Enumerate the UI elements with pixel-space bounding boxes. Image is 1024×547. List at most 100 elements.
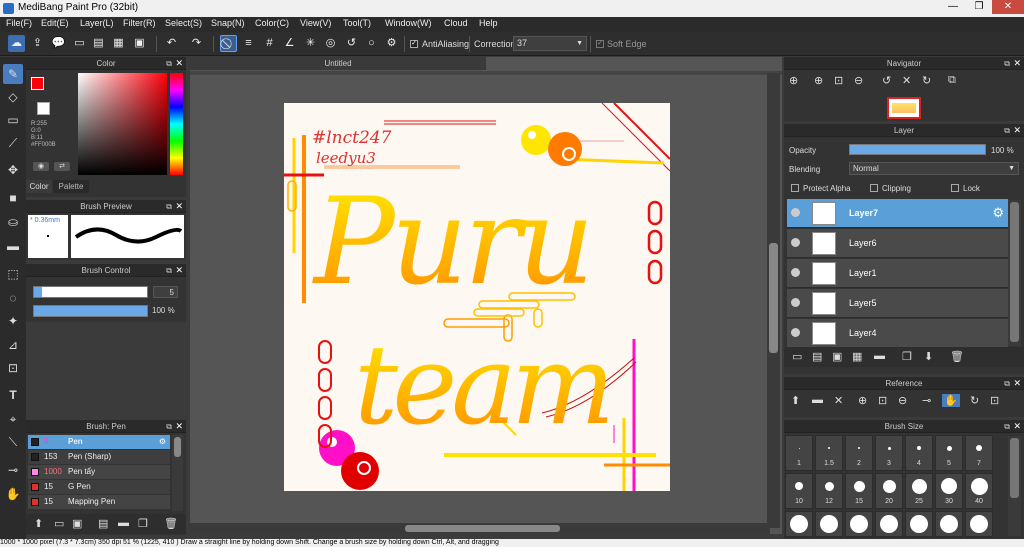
zoom-out-icon[interactable]: ⊖ [898,394,907,407]
fill-rect-icon[interactable]: ■ [3,188,23,208]
rotate-icon[interactable]: ↻ [970,394,979,407]
close-icon[interactable]: ✕ [175,57,183,70]
menu-help[interactable]: Help [479,18,498,28]
menu-window[interactable]: Window(W) [385,18,432,28]
brush-list-item[interactable]: 15 Mapping Pen [28,495,170,509]
layer-row[interactable]: Layer7 ⚙ [787,199,1008,228]
hand-tool-icon[interactable]: ✋ [3,484,23,504]
folder-icon[interactable]: ▬ [874,350,885,362]
new-layer-icon[interactable]: ▭ [792,350,802,363]
eyedropper-icon[interactable]: ⊸ [3,460,23,480]
menu-cloud[interactable]: Cloud [444,18,468,28]
edit-brush-icon[interactable]: ▤ [98,517,108,530]
zoom-in-icon[interactable]: ⊕ [814,74,823,87]
add-brush-icon[interactable]: ▣ [72,517,82,530]
trash-icon[interactable]: 🗑 [164,517,178,530]
cloud-icon[interactable]: ☁ [8,35,25,52]
grid-file-icon[interactable]: ▦ [110,35,127,52]
lock-checkbox[interactable] [951,184,959,192]
brush-list-item[interactable]: 5 Pen ⚙ [28,435,170,449]
brush-size-cell[interactable] [845,511,873,537]
protect-alpha-checkbox[interactable] [791,184,799,192]
brush-list-scrollbar[interactable] [172,435,183,511]
brush-size-cell[interactable]: 3 [875,435,903,471]
visibility-eye-icon[interactable] [791,268,800,277]
eraser-tool-icon[interactable]: ◇ [3,87,23,107]
zoom-icon[interactable]: ⊕ [789,74,798,87]
save-icon[interactable]: ▣ [131,35,148,52]
brush-size-cell[interactable]: 4 [905,435,933,471]
close-icon[interactable]: ✕ [1013,377,1021,390]
artwork-canvas[interactable]: #lnct247 leedyu3 Puru team [284,103,670,491]
trash-icon[interactable]: 🗑 [950,350,964,363]
brush-size-cell[interactable]: 5 [935,435,963,471]
move-tool-icon[interactable]: ✥ [3,160,23,180]
menu-layer[interactable]: Layer(L) [80,18,114,28]
close-icon[interactable]: ✕ [175,420,183,433]
eyedropper-icon[interactable]: ⊸ [922,394,931,407]
menu-filter[interactable]: Filter(R) [123,18,156,28]
circle-snap-icon[interactable]: ◎ [322,35,339,52]
pen-line-icon[interactable]: ⟋ [3,133,23,153]
layer-scrollbar[interactable] [1008,200,1021,346]
merge-down-icon[interactable]: ⬇ [924,350,933,363]
fit-window-icon[interactable]: ⊡ [990,394,999,407]
background-color-swatch[interactable] [37,102,50,115]
reset-icon[interactable]: ✕ [902,74,911,87]
brush-size-cell[interactable]: 10 [785,473,813,509]
gear-icon[interactable]: ⚙ [992,205,1004,221]
brush-size-cell[interactable]: 2 [845,435,873,471]
brush-size-cell[interactable]: 15 [845,473,873,509]
brush-size-scrollbar[interactable] [1008,436,1021,536]
undo-icon[interactable]: ↶ [163,35,180,52]
horizontal-scrollbar[interactable] [190,523,770,534]
navigator-thumbnail[interactable] [887,97,921,119]
menu-select[interactable]: Select(S) [165,18,202,28]
brush-size-cell[interactable] [815,511,843,537]
new-8bit-layer-icon[interactable]: ▦ [852,350,862,363]
new-halftone-layer-icon[interactable]: ▣ [832,350,842,363]
antialias-checkbox[interactable]: ✓ [410,40,418,48]
visibility-eye-icon[interactable] [791,298,800,307]
brush-size-cell[interactable] [905,511,933,537]
lasso-tool-icon[interactable]: ◌ [3,288,23,308]
bucket-tool-icon[interactable]: ⛀ [3,212,23,232]
curve-snap-icon[interactable]: ↺ [343,35,360,52]
layer-opacity-slider[interactable] [849,144,986,155]
share-icon[interactable]: ⇪ [29,35,46,52]
close-reference-icon[interactable]: ✕ [834,394,843,407]
tab-palette[interactable]: Palette [53,180,89,193]
brush-size-cell[interactable]: 20 [875,473,903,509]
flip-icon[interactable]: ⧉ [948,74,956,87]
popout-icon[interactable]: ⧉ [166,420,172,433]
vertical-scrollbar[interactable] [767,73,780,528]
minimize-button[interactable]: — [940,0,966,14]
brush-size-cell[interactable]: 1.5 [815,435,843,471]
close-icon[interactable]: ✕ [175,264,183,277]
close-icon[interactable]: ✕ [1013,124,1021,137]
brush-size-cell[interactable]: 30 [935,473,963,509]
blending-select[interactable]: Normal ▼ [849,162,1019,175]
close-icon[interactable]: ✕ [175,200,183,213]
layer-row[interactable]: Layer1 [787,259,1008,288]
rotate-left-icon[interactable]: ↺ [882,74,891,87]
folder-icon[interactable]: ▬ [118,517,129,529]
duplicate-icon[interactable]: ❐ [138,517,148,530]
select-pen-icon[interactable]: ⊿ [3,335,23,355]
brush-list-item[interactable]: 153 Pen (Sharp) [28,450,170,464]
brush-size-cell[interactable]: 12 [815,473,843,509]
visibility-eye-icon[interactable] [791,328,800,337]
close-icon[interactable]: ✕ [1013,420,1021,433]
popout-icon[interactable]: ⧉ [1004,57,1010,70]
layer-row[interactable]: Layer4 [787,319,1008,348]
popout-icon[interactable]: ⧉ [166,200,172,213]
brush-size-slider[interactable] [33,286,148,298]
select-eraser-icon[interactable]: ⊡ [3,358,23,378]
operation-tool-icon[interactable]: ⌖ [3,409,23,429]
eye-icon[interactable]: ◉ [33,162,49,171]
snap-off-icon[interactable]: ⃠ [220,35,237,52]
zoom-in-icon[interactable]: ⊕ [858,394,867,407]
popout-icon[interactable]: ⧉ [1004,124,1010,137]
select-tool-icon[interactable]: ⬚ [3,264,23,284]
brush-size-value[interactable]: 5 [153,286,178,298]
